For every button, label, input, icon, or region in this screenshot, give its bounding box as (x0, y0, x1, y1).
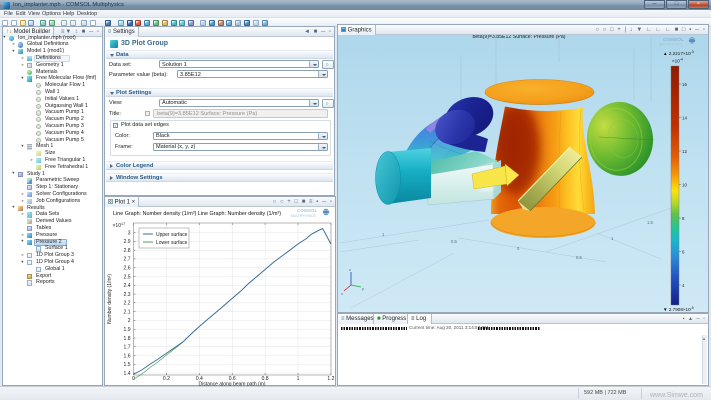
svg-text:4: 4 (682, 283, 685, 288)
svg-text:2.2: 2.2 (124, 301, 131, 307)
svg-text:1.7: 1.7 (124, 345, 131, 351)
svg-text:0.5: 0.5 (576, 255, 582, 260)
svg-text:Upper surface: Upper surface (156, 232, 188, 238)
svg-text:1: 1 (297, 376, 300, 382)
svg-text:Lower surface: Lower surface (156, 240, 188, 246)
svg-text:1.2: 1.2 (327, 376, 334, 382)
svg-text:14: 14 (682, 116, 687, 121)
svg-text:▼ 2.7908×10-5: ▼ 2.7908×10-5 (663, 306, 694, 312)
svg-text:2.7: 2.7 (124, 257, 131, 263)
svg-text:2.8: 2.8 (124, 248, 131, 254)
svg-text:8: 8 (682, 216, 685, 221)
svg-text:COMSOL: COMSOL (297, 208, 318, 213)
svg-text:0: 0 (517, 246, 520, 251)
svg-text:10: 10 (682, 183, 687, 188)
svg-text:▲ 2.2217×10-3: ▲ 2.2217×10-3 (663, 50, 694, 56)
svg-text:1.9: 1.9 (124, 327, 131, 333)
svg-text:MULTIPHYSICS: MULTIPHYSICS (659, 43, 682, 47)
svg-text:×10-4: ×10-4 (672, 58, 683, 64)
svg-text:0.5: 0.5 (451, 239, 457, 244)
svg-text:2: 2 (128, 318, 131, 324)
svg-text:3: 3 (128, 230, 131, 236)
svg-text:1.8: 1.8 (124, 336, 131, 342)
svg-text:2.6: 2.6 (124, 266, 131, 272)
svg-text:×1017: ×1017 (113, 222, 126, 229)
svg-text:Line Graph: Number density (1/: Line Graph: Number density (1/m³) Line G… (113, 211, 281, 217)
svg-text:COMSOL: COMSOL (663, 37, 684, 42)
svg-text:z: z (349, 268, 351, 272)
svg-text:x: x (341, 292, 343, 296)
svg-text:2.3: 2.3 (124, 292, 131, 298)
svg-text:6: 6 (682, 250, 685, 255)
svg-text:2.4: 2.4 (124, 283, 131, 289)
svg-text:Number density (1/m³): Number density (1/m³) (107, 274, 113, 324)
svg-text:1.5: 1.5 (647, 220, 653, 225)
svg-text:2.5: 2.5 (124, 274, 131, 280)
svg-text:12: 12 (682, 149, 687, 154)
svg-text:1.5: 1.5 (124, 362, 131, 368)
svg-text:16: 16 (682, 82, 687, 87)
svg-text:2.9: 2.9 (124, 239, 131, 245)
svg-text:beta(9)=3.85E12 Surface: Pres: beta(9)=3.85E12 Surface: Pressure (Pa) (473, 35, 566, 40)
svg-text:1: 1 (611, 236, 614, 241)
svg-text:1.6: 1.6 (124, 353, 131, 359)
svg-text:y: y (362, 287, 364, 291)
svg-text:MULTIPHYSICS: MULTIPHYSICS (291, 214, 317, 218)
svg-text:1.4: 1.4 (124, 371, 131, 377)
svg-text:0.2: 0.2 (163, 376, 170, 382)
svg-text:2.1: 2.1 (124, 309, 131, 315)
